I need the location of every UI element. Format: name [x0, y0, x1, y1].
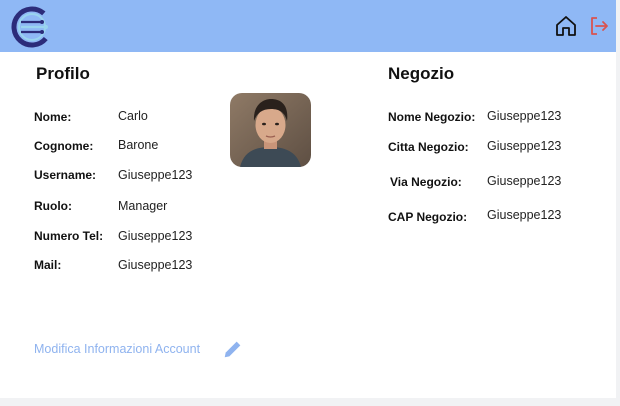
store-city-value: Giuseppe123: [487, 139, 562, 153]
app-logo-icon[interactable]: [11, 6, 53, 48]
mail-value: Giuseppe123: [118, 258, 193, 272]
pencil-icon[interactable]: [222, 338, 244, 360]
top-bar: [0, 0, 616, 52]
profile-title: Profilo: [36, 64, 90, 83]
avatar: [230, 93, 311, 167]
username-value: Giuseppe123: [118, 168, 193, 182]
home-icon[interactable]: [554, 14, 578, 38]
logout-icon[interactable]: [587, 14, 611, 38]
mail-label: Mail:: [34, 258, 62, 272]
username-label: Username:: [34, 168, 97, 182]
name-value: Carlo: [118, 109, 148, 123]
store-title: Negozio: [388, 64, 455, 83]
surname-label: Cognome:: [34, 139, 94, 153]
store-name-value: Giuseppe123: [487, 109, 562, 123]
store-street-label: Via Negozio:: [390, 175, 462, 189]
surname-value: Barone: [118, 138, 159, 152]
role-label: Ruolo:: [34, 199, 72, 213]
store-cap-label: CAP Negozio:: [388, 210, 468, 224]
store-city-label: Citta Negozio:: [388, 140, 469, 154]
name-label: Nome:: [34, 110, 72, 124]
phone-value: Giuseppe123: [118, 229, 193, 243]
store-name-label: Nome Negozio:: [388, 110, 476, 124]
profile-card: Profilo Nome: Carlo Cognome: Barone User…: [0, 0, 616, 398]
store-cap-value: Giuseppe123: [487, 208, 562, 222]
phone-label: Numero Tel:: [34, 229, 104, 243]
store-street-value: Giuseppe123: [487, 174, 562, 188]
edit-account-link[interactable]: Modifica Informazioni Account: [34, 342, 200, 356]
role-value: Manager: [118, 199, 168, 213]
